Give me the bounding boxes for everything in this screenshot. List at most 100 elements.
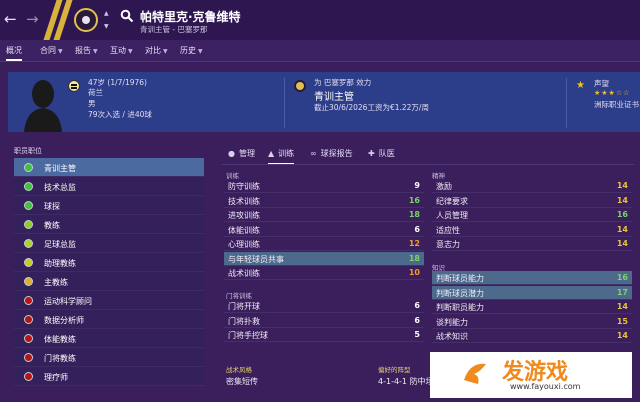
caps: 79次入选 / 进40球 [88,110,152,119]
attribute-name: 技术训练 [228,196,260,206]
sidebar-item[interactable]: 数据分析师 [14,310,204,329]
attribute-value: 6 [414,301,420,310]
attribute-row[interactable]: 判断职员能力 14 [432,300,632,314]
menu-contract[interactable]: 合同 ▼ [40,45,63,56]
tab-management[interactable]: ● 管理 [228,148,255,159]
cone-icon: ▲ [268,149,275,158]
attribute-value: 16 [616,273,628,282]
player-name: 帕特里克·克鲁维特 [140,10,241,24]
suitability-dot-icon [24,239,33,248]
tab-training[interactable]: ▲ 训练 [268,148,295,165]
attribute-name: 判断球员能力 [436,274,484,283]
sidebar-item[interactable]: 主教练 [14,272,204,291]
attribute-row[interactable]: 意志力 14 [432,237,632,251]
staff-role-list: 青训主管技术总监球探 教练足球总监助理教练 主教练运动科学顾问数据分析师 体能教练门将… [14,158,204,386]
forward-arrow-icon[interactable]: → [26,10,39,28]
sidebar-item-label: 理疗师 [44,373,68,382]
attribute-row[interactable]: 门将开球 6 [224,299,424,313]
attribute-row[interactable]: 门将扑救 6 [224,314,424,328]
attribute-row[interactable]: 门将手控球 5 [224,328,424,342]
attribute-value: 14 [616,302,628,311]
attribute-name: 门将手控球 [228,331,268,340]
sidebar-item[interactable]: 青训主管 [14,158,204,177]
sidebar-item[interactable]: 门将教练 [14,348,204,367]
attribute-row[interactable]: 防守训练 9 [224,179,424,193]
attribute-name: 门将扑救 [228,316,260,326]
suitability-dot-icon [24,277,33,286]
sidebar-item[interactable]: 运动科学顾问 [14,291,204,310]
attribute-value: 15 [616,316,628,326]
attribute-row[interactable]: 战术训练 10 [224,266,424,280]
attribute-row[interactable]: 技术训练 16 [224,194,424,208]
attribute-name: 与年轻球员共事 [228,254,284,264]
attribute-row[interactable]: 与年轻球员共事 18 [224,251,424,266]
avatar [24,80,62,132]
attribute-value: 17 [616,287,628,297]
attribute-row[interactable]: 人员管理 16 [432,208,632,222]
sidebar-item[interactable]: 足球总监 [14,234,204,253]
club-line: 为 巴塞罗那 效力 [314,78,372,87]
attribute-name: 防守训练 [228,182,260,191]
tab-divider [222,164,634,165]
attribute-value: 10 [408,268,420,277]
attribute-name: 判断球员潜力 [436,288,484,298]
attribute-name: 适应性 [436,225,460,235]
attribute-name: 激励 [436,182,452,191]
attribute-row[interactable]: 体能训练 6 [224,223,424,237]
menu-history[interactable]: 历史 ▼ [180,45,203,56]
suitability-dot-icon [24,353,33,362]
suitability-dot-icon [24,163,33,172]
top-bar: ← → ▲ ▼ 帕特里克·克鲁维特 青训主管 - 巴塞罗那 [0,0,640,40]
divider [284,78,285,128]
player-subtitle: 青训主管 - 巴塞罗那 [140,25,208,34]
sidebar-item[interactable]: 体能教练 [14,329,204,348]
attribute-name: 人员管理 [436,211,468,220]
sidebar-item[interactable]: 助理教练 [14,253,204,272]
medical-kit-icon: ✚ [368,149,375,158]
up-down-chevron-icon[interactable]: ▲ ▼ [104,7,109,33]
menu-compare[interactable]: 对比 ▼ [145,45,168,56]
menu-reports[interactable]: 报告 ▼ [75,45,98,56]
attribute-name: 心理训练 [228,240,260,249]
tab-physio[interactable]: ✚ 队医 [368,148,395,159]
sidebar-item[interactable]: 技术总监 [14,177,204,196]
reputation-text: 洲际职业证书 [594,100,639,109]
menu-overview[interactable]: 概况 [6,45,22,61]
attribute-name: 意志力 [436,240,460,249]
attribute-row[interactable]: 纪律要求 14 [432,194,632,208]
sidebar-item[interactable]: 理疗师 [14,367,204,386]
attribute-value: 16 [616,210,628,219]
contract-info: 截止30/6/2026工资为€1.22万/周 [314,103,429,112]
attribute-row[interactable]: 战术知识 14 [432,329,632,343]
watermark-url: www.fayouxi.com [510,382,581,391]
suitability-dot-icon [24,201,33,210]
attribute-row[interactable]: 判断球员能力 16 [432,271,632,285]
watermark: 发游戏 www.fayouxi.com [430,352,632,398]
menu-bar: 概况 合同 ▼ 报告 ▼ 互动 ▼ 对比 ▼ 历史 ▼ [0,40,640,62]
attribute-value: 9 [414,181,420,190]
attribute-value: 14 [616,181,628,190]
sidebar-item[interactable]: 球探 [14,196,204,215]
back-arrow-icon[interactable]: ← [4,10,17,28]
attribute-row[interactable]: 适应性 14 [432,223,632,237]
sidebar-item-label: 运动科学顾问 [44,297,92,306]
tab-scouting-report[interactable]: ∞ 球探报告 [310,148,353,159]
attribute-value: 16 [408,195,420,205]
attribute-row[interactable]: 心理训练 12 [224,237,424,251]
binoculars-icon: ∞ [310,149,317,158]
attribute-value: 14 [616,195,628,205]
search-icon[interactable] [120,9,134,23]
sidebar-item-label: 足球总监 [44,240,76,249]
menu-interaction[interactable]: 互动 ▼ [110,45,133,56]
suitability-dot-icon [24,220,33,229]
attribute-value: 18 [408,253,420,263]
sidebar-item-label: 门将教练 [44,354,76,363]
attribute-row[interactable]: 判断球员潜力 17 [432,285,632,300]
sidebar-item[interactable]: 教练 [14,215,204,234]
attribute-value: 12 [408,239,420,248]
attribute-row[interactable]: 进攻训练 18 [224,208,424,222]
sidebar-item-label: 技术总监 [44,183,76,192]
attribute-value: 6 [414,315,420,325]
attribute-row[interactable]: 谈判能力 15 [432,315,632,329]
attribute-row[interactable]: 激励 14 [432,179,632,193]
